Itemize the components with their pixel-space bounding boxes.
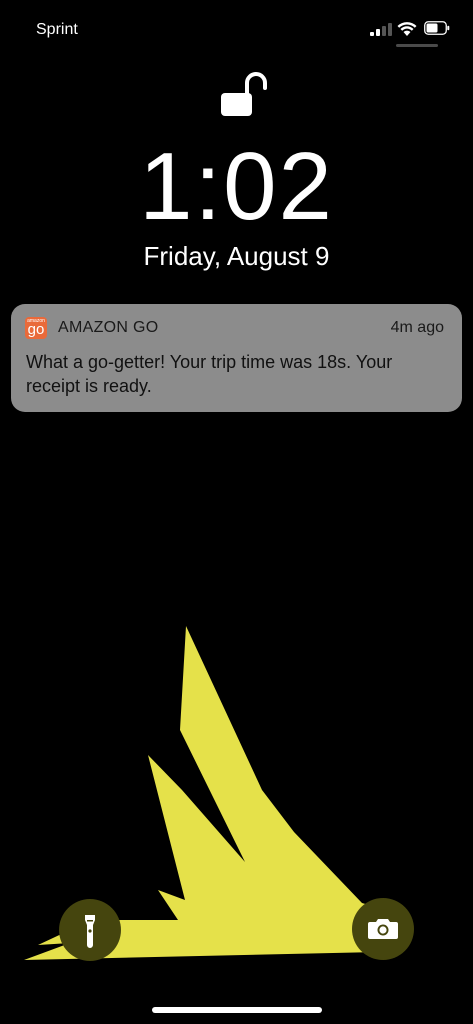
camera-icon (368, 919, 398, 939)
flashlight-button[interactable] (59, 899, 121, 961)
notification-time: 4m ago (390, 319, 444, 336)
wifi-icon (397, 22, 417, 36)
battery-icon (424, 21, 450, 35)
home-indicator[interactable] (152, 1007, 322, 1013)
lock-screen-clock: 1:02 (139, 133, 334, 240)
app-icon-text: go (27, 321, 45, 338)
unlocked-padlock-icon (221, 72, 267, 116)
flashlight-icon (85, 915, 95, 948)
notification-app-name: AMAZON GO (58, 319, 159, 336)
cellular-signal-icon (370, 23, 392, 36)
status-bar: Sprint (0, 0, 473, 60)
carrier-name: Sprint (36, 21, 78, 38)
notification-body: What a go-getter! Your trip time was 18s… (26, 352, 393, 396)
amazon-go-app-icon: amazon go (25, 317, 47, 339)
control-center-hint[interactable] (396, 44, 438, 47)
lock-screen-date: Friday, August 9 (143, 241, 330, 271)
camera-button[interactable] (352, 898, 414, 960)
notification-card[interactable]: amazon go AMAZON GO 4m ago What a go-get… (11, 304, 462, 412)
